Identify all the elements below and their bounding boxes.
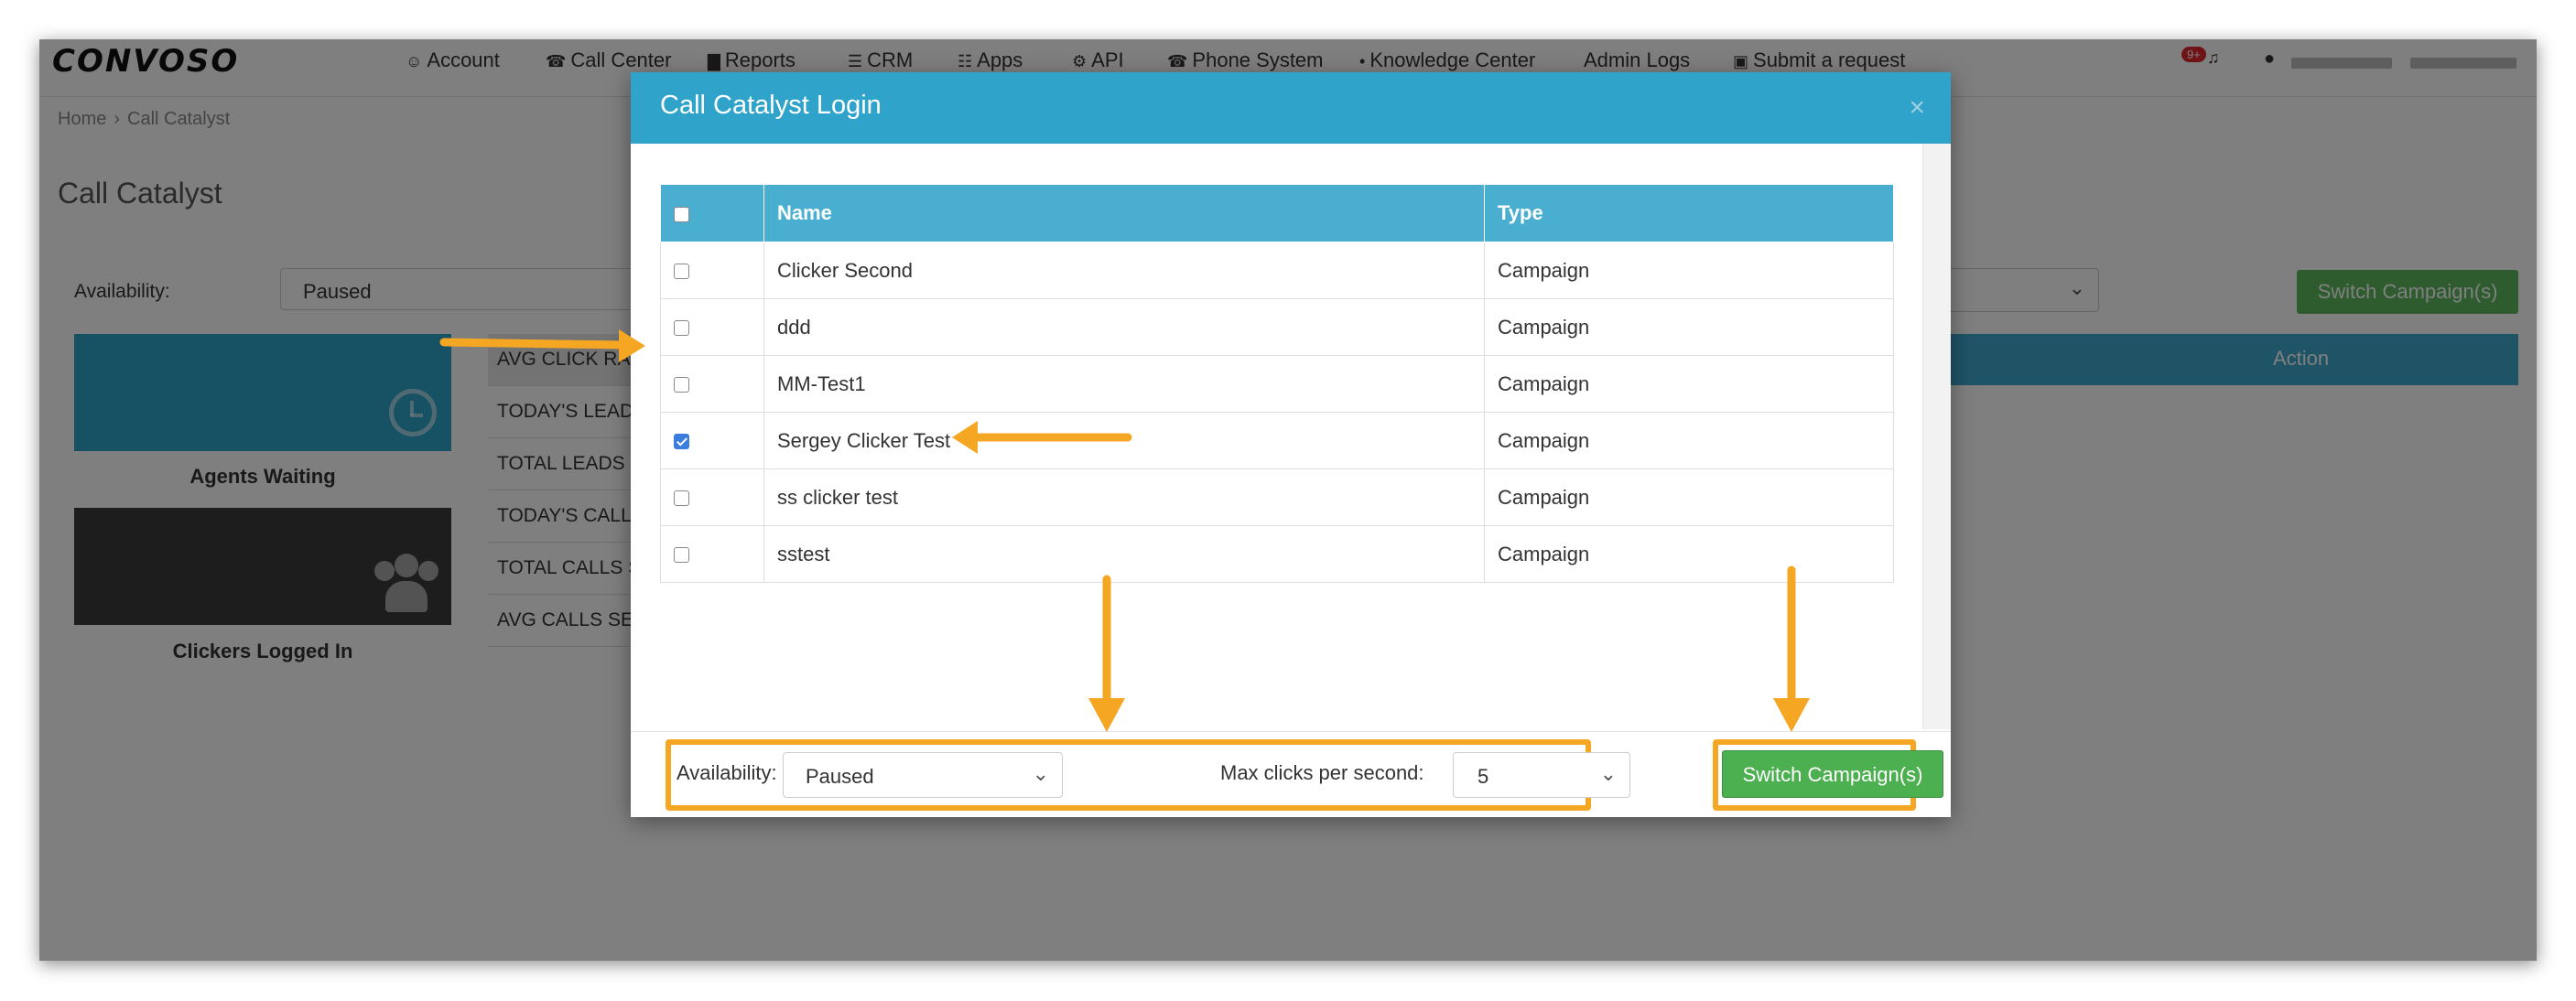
campaign-table: Name Type Clicker Second Campaign ddd Campa… <box>660 184 1894 583</box>
row-checkbox[interactable] <box>674 320 689 337</box>
availability-label: Availability: <box>676 761 777 784</box>
name-column-header[interactable]: Name <box>763 184 1485 242</box>
type-column-header[interactable]: Type <box>1484 184 1894 242</box>
row-checkbox[interactable] <box>674 547 689 564</box>
campaign-name-cell: ss clicker test <box>763 468 1485 526</box>
row-checkbox[interactable] <box>674 490 689 507</box>
campaign-type-cell: Campaign <box>1484 298 1894 356</box>
table-row[interactable]: ss clicker test Campaign <box>660 468 1894 526</box>
row-checkbox[interactable] <box>674 377 689 393</box>
campaign-name-cell: Sergey Clicker Test <box>763 412 1485 469</box>
select-all-checkbox[interactable] <box>674 206 689 222</box>
campaign-type-cell: Campaign <box>1484 242 1894 299</box>
row-checkbox[interactable] <box>674 264 689 280</box>
modal-scrollbar[interactable] <box>1922 144 1951 729</box>
modal-title: Call Catalyst Login <box>660 91 882 120</box>
campaign-name-cell: ddd <box>763 298 1485 356</box>
close-icon[interactable]: × <box>1909 92 1925 124</box>
modal-header: Call Catalyst Login × <box>631 72 1951 144</box>
campaign-type-cell: Campaign <box>1484 468 1894 526</box>
chevron-down-icon: ⌄ <box>1032 762 1049 785</box>
campaign-type-cell: Campaign <box>1484 525 1894 583</box>
availability-select[interactable]: Paused ⌄ <box>783 752 1063 798</box>
table-row[interactable]: ddd Campaign <box>660 298 1894 356</box>
max-clicks-label: Max clicks per second: <box>1220 761 1424 784</box>
campaign-name-cell: MM-Test1 <box>763 355 1485 413</box>
table-row[interactable]: Sergey Clicker Test Campaign <box>660 412 1894 469</box>
campaign-name-cell: Clicker Second <box>763 242 1485 299</box>
call-catalyst-login-modal: Call Catalyst Login × Name Type Clicker … <box>631 72 1951 817</box>
app-window: CONVOSO ☺Account ☎Call Center ▇Reports ☰… <box>39 39 2537 961</box>
table-row[interactable]: MM-Test1 Campaign <box>660 355 1894 413</box>
row-checkbox[interactable] <box>674 434 689 450</box>
chevron-down-icon: ⌄ <box>1599 762 1617 785</box>
table-row[interactable]: Clicker Second Campaign <box>660 242 1894 299</box>
campaign-type-cell: Campaign <box>1484 412 1894 469</box>
switch-campaigns-button[interactable]: Switch Campaign(s) <box>1722 750 1943 798</box>
max-clicks-select[interactable]: 5 ⌄ <box>1453 752 1630 798</box>
campaign-name-cell: sstest <box>763 525 1485 583</box>
table-header-row: Name Type <box>660 184 1894 242</box>
campaign-type-cell: Campaign <box>1484 355 1894 413</box>
table-row[interactable]: sstest Campaign <box>660 525 1894 583</box>
modal-footer: Availability: Paused ⌄ Max clicks per sec… <box>631 731 1951 817</box>
